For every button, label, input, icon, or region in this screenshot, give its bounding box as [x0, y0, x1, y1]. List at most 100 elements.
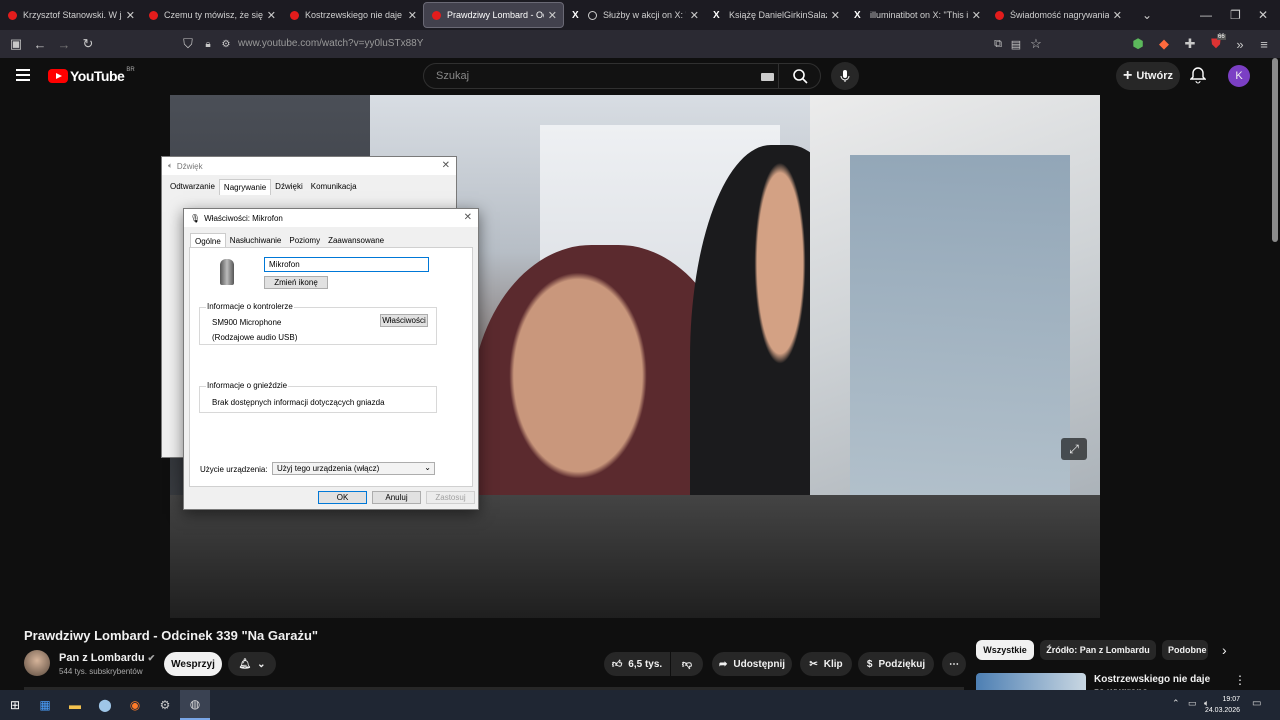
- ok-button[interactable]: OK: [318, 491, 367, 504]
- chip-source[interactable]: Źródło: Pan z Lombardu: [1040, 640, 1156, 660]
- next-video-thumbnail[interactable]: [976, 673, 1086, 690]
- browser-tab[interactable]: Kostrzewskiego nie daje za w✕: [282, 0, 423, 30]
- network-icon[interactable]: ▭: [1188, 698, 1197, 709]
- browser-tab[interactable]: Czemu ty mówisz, że się na c✕: [141, 0, 282, 30]
- controller-properties-button[interactable]: Właściwości: [380, 314, 428, 327]
- back-icon[interactable]: ←: [28, 32, 52, 56]
- kebab-menu-icon[interactable]: ⋮: [1234, 673, 1246, 687]
- close-icon[interactable]: ✕: [548, 9, 557, 22]
- close-icon[interactable]: ✕: [690, 9, 699, 22]
- extension-fox-icon[interactable]: ◆: [1152, 32, 1176, 56]
- app-icon[interactable]: ⚙: [150, 690, 180, 720]
- browser-tab[interactable]: Xilluminatibot on X: "This is wi✕: [846, 0, 987, 30]
- youtube-icon: [8, 10, 17, 20]
- notification-center-icon[interactable]: ▭: [1252, 698, 1261, 709]
- chip-related[interactable]: Podobne: [1162, 640, 1208, 660]
- keyboard-icon[interactable]: [761, 73, 774, 81]
- youtube-logo[interactable]: YouTube BR: [48, 67, 135, 84]
- folder-icon[interactable]: ▬: [60, 690, 90, 720]
- channel-name[interactable]: Pan z Lombardu ✔: [59, 652, 155, 664]
- sound-settings-icon[interactable]: ◍: [180, 690, 210, 720]
- voice-search-button[interactable]: [831, 62, 859, 90]
- youtube-icon: [432, 10, 441, 20]
- search-button[interactable]: [778, 64, 820, 88]
- close-icon[interactable]: ✕: [442, 160, 450, 171]
- extension-badge: 66: [1217, 34, 1226, 40]
- scrollbar-thumb[interactable]: [1272, 58, 1278, 242]
- video-metadata: Prawdziwy Lombard - Odcinek 339 "Na Gara…: [0, 618, 1270, 690]
- browser-tab-active[interactable]: Prawdziwy Lombard - Odcine✕: [423, 2, 564, 28]
- tab-list-chevron-icon[interactable]: ⌄: [1142, 0, 1152, 30]
- more-actions-icon[interactable]: ⋯: [942, 652, 966, 676]
- site-settings-icon[interactable]: ⚙: [214, 32, 238, 56]
- browser-tab[interactable]: Krzysztof Stanowski. W jakiej✕: [0, 0, 141, 30]
- share-icon: ➦: [718, 658, 728, 670]
- forward-icon[interactable]: →: [52, 32, 76, 56]
- verified-icon: ✔: [147, 653, 156, 663]
- channel-avatar[interactable]: [24, 650, 50, 676]
- next-video-title[interactable]: Kostrzewskiego nie daje za wygrana: [1094, 673, 1214, 690]
- cancel-button[interactable]: Anuluj: [372, 491, 421, 504]
- tab-playback[interactable]: Odtwarzanie: [166, 179, 219, 195]
- close-icon[interactable]: ✕: [464, 212, 472, 223]
- expand-overlay-icon[interactable]: ⤢: [1061, 438, 1087, 460]
- microphone-properties-dialog: 🎙︎ Właściwości: Mikrofon ✕ Ogólne Nasłuch…: [183, 208, 479, 510]
- clip-button[interactable]: ✂ Klip: [800, 652, 852, 676]
- close-icon[interactable]: ✕: [972, 9, 981, 22]
- page-scrollbar[interactable]: [1270, 58, 1280, 690]
- bookmark-star-icon[interactable]: ☆: [1024, 32, 1048, 56]
- overflow-chevron-icon[interactable]: »: [1228, 32, 1252, 56]
- clock[interactable]: 19:07 24.03.2026: [1205, 694, 1240, 716]
- close-icon[interactable]: ✕: [126, 9, 135, 22]
- browser-tab[interactable]: XKsiążę DanielGirkinSalazar on✕: [705, 0, 846, 30]
- notifications-bell-icon[interactable]: [1189, 66, 1207, 89]
- youtube-play-icon: [48, 69, 68, 83]
- chevron-right-icon[interactable]: ›: [1222, 642, 1227, 658]
- like-button[interactable]: 👍︎ 6,5 tys.: [604, 652, 670, 676]
- window-close-icon[interactable]: ✕: [1258, 0, 1268, 30]
- extensions-puzzle-icon[interactable]: ✚: [1178, 32, 1202, 56]
- search-placeholder: Szukaj: [436, 70, 470, 82]
- tray-chevron-icon[interactable]: ⌃: [1172, 698, 1180, 709]
- video-title: Prawdziwy Lombard - Odcinek 339 "Na Gara…: [24, 628, 319, 643]
- youtube-icon: [995, 10, 1004, 20]
- steam-icon[interactable]: ⬤: [90, 690, 120, 720]
- video-scene-counter: [170, 495, 1100, 618]
- dislike-button[interactable]: 👎︎: [671, 652, 703, 676]
- account-avatar[interactable]: K: [1228, 65, 1250, 87]
- chip-all[interactable]: Wszystkie: [976, 640, 1034, 660]
- close-icon[interactable]: ✕: [1113, 9, 1122, 22]
- device-usage-select[interactable]: Użyj tego urządzenia (włącz) ⌄: [272, 462, 435, 475]
- join-button[interactable]: Wesprzyj: [164, 652, 222, 676]
- tab-communication[interactable]: Komunikacja: [307, 179, 361, 195]
- minimize-icon[interactable]: —: [1200, 0, 1212, 30]
- apply-button[interactable]: Zastosuj: [426, 491, 475, 504]
- close-icon[interactable]: ✕: [831, 9, 840, 22]
- windows-start-icon[interactable]: ⊞: [0, 690, 30, 720]
- restore-icon[interactable]: ❐: [1230, 0, 1241, 30]
- vpn-shield-icon[interactable]: ⬢: [1126, 32, 1150, 56]
- globe-icon: [588, 10, 597, 20]
- subscription-bell-button[interactable]: 🔔︎ ⌄: [228, 652, 276, 676]
- close-icon[interactable]: ✕: [408, 9, 417, 22]
- create-button[interactable]: + Utwórz: [1116, 62, 1180, 90]
- search-taskbar-icon[interactable]: ▦: [30, 690, 60, 720]
- tab-sounds[interactable]: Dźwięki: [271, 179, 307, 195]
- url-bar[interactable]: www.youtube.com/watch?v=yy0luSTx88Y: [238, 30, 423, 58]
- search-input[interactable]: Szukaj: [423, 63, 821, 89]
- share-button[interactable]: ➦ Udostępnij: [712, 652, 792, 676]
- browser-tab[interactable]: Świadomość nagrywania (Gie✕: [987, 0, 1128, 30]
- reload-icon[interactable]: ↻: [76, 32, 100, 56]
- x-icon: X: [854, 9, 861, 21]
- change-icon-button[interactable]: Zmień ikonę: [264, 276, 328, 289]
- app-menu-icon[interactable]: ≡: [1252, 32, 1276, 56]
- device-name-input[interactable]: Mikrofon: [264, 257, 429, 272]
- browser-tab[interactable]: XSłużby w akcji on X: "Nie✕: [564, 0, 705, 30]
- hamburger-menu-icon[interactable]: [16, 69, 30, 81]
- tabs-view-icon[interactable]: ▣: [4, 32, 28, 56]
- thanks-button[interactable]: $ Podziękuj: [858, 652, 934, 676]
- tab-recording[interactable]: Nagrywanie: [218, 179, 272, 195]
- firefox-icon[interactable]: ◉: [120, 690, 150, 720]
- ublock-icon[interactable]: ⛊ 66: [1204, 32, 1228, 56]
- close-icon[interactable]: ✕: [267, 9, 276, 22]
